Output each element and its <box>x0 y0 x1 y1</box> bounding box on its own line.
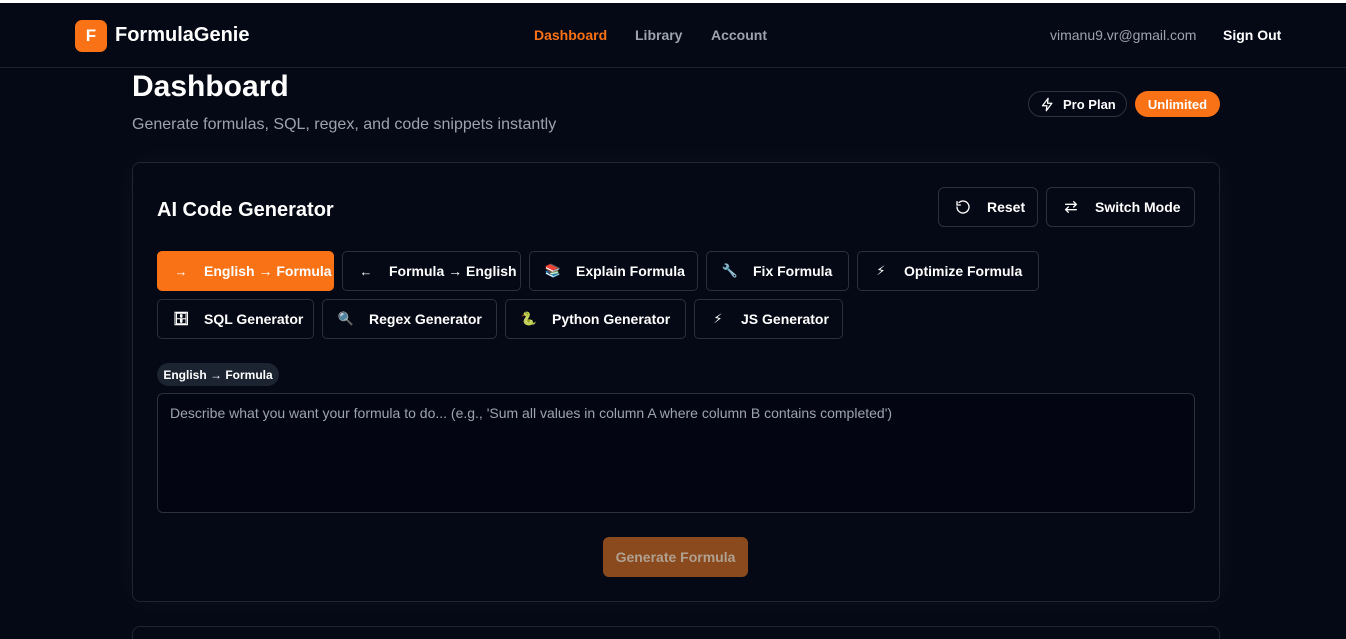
switch-mode-label: Switch Mode <box>1095 199 1181 215</box>
lightning-icon: ⚡ <box>876 263 886 278</box>
nav-library[interactable]: Library <box>635 27 682 43</box>
logo-icon[interactable]: F <box>75 20 107 52</box>
generator-card: AI Code Generator Reset Switch Mode → En… <box>132 162 1220 602</box>
reset-label: Reset <box>987 199 1026 215</box>
arrow-left-icon: ← <box>359 263 373 279</box>
lightning-icon <box>1041 97 1053 111</box>
page-subtitle: Generate formulas, SQL, regex, and code … <box>132 116 557 133</box>
current-mode-tag: English → Formula <box>157 363 279 386</box>
wrench-icon: 🔧 <box>721 263 739 278</box>
reset-icon <box>956 200 970 214</box>
mode-label: JS Generator <box>741 311 829 327</box>
arrow-right-icon: → <box>174 263 188 279</box>
nav-account[interactable]: Account <box>711 27 767 43</box>
sign-out-button[interactable]: Sign Out <box>1223 27 1281 43</box>
snake-icon: 🐍 <box>520 311 538 326</box>
swap-icon <box>1064 201 1078 213</box>
switch-mode-button[interactable]: Switch Mode <box>1046 187 1195 227</box>
mode-regex-generator[interactable]: 🔍 Regex Generator <box>322 299 497 339</box>
secondary-card <box>132 626 1220 639</box>
reset-button[interactable]: Reset <box>938 187 1038 227</box>
nav-dashboard[interactable]: Dashboard <box>534 27 607 43</box>
top-navbar: F FormulaGenie Dashboard Library Account… <box>0 3 1346 68</box>
prompt-input[interactable] <box>157 393 1195 513</box>
generate-formula-button[interactable]: Generate Formula <box>603 537 748 577</box>
mode-fix-formula[interactable]: 🔧 Fix Formula <box>706 251 849 291</box>
mode-english-to-formula[interactable]: → English → Formula <box>157 251 334 291</box>
books-icon: 📚 <box>544 263 562 278</box>
plan-label: Pro Plan <box>1063 96 1116 112</box>
lightning-icon: ⚡ <box>713 311 723 326</box>
mode-label: Python Generator <box>552 311 671 327</box>
plan-badge: Pro Plan <box>1028 91 1127 117</box>
mode-sql-generator[interactable]: 🗄 SQL Generator <box>157 299 314 339</box>
mode-explain-formula[interactable]: 📚 Explain Formula <box>529 251 698 291</box>
generator-title: AI Code Generator <box>157 199 334 221</box>
mode-optimize-formula[interactable]: ⚡ Optimize Formula <box>857 251 1039 291</box>
mode-label: Fix Formula <box>753 263 833 279</box>
database-icon: 🗄 <box>172 311 190 326</box>
mode-label: Regex Generator <box>369 311 482 327</box>
mode-python-generator[interactable]: 🐍 Python Generator <box>505 299 686 339</box>
user-email: vimanu9.vr@gmail.com <box>1050 27 1197 43</box>
unlimited-badge: Unlimited <box>1135 91 1220 117</box>
mode-label: English → Formula <box>204 263 332 279</box>
mode-label: SQL Generator <box>204 311 304 327</box>
mode-label: Explain Formula <box>576 263 685 279</box>
page-title: Dashboard <box>132 70 289 103</box>
mode-label: Optimize Formula <box>904 263 1023 279</box>
magnifier-icon: 🔍 <box>337 311 355 326</box>
mode-label: Formula → English <box>389 263 517 279</box>
mode-formula-to-english[interactable]: ← Formula → English <box>342 251 521 291</box>
mode-js-generator[interactable]: ⚡ JS Generator <box>694 299 843 339</box>
app-name[interactable]: FormulaGenie <box>115 24 249 47</box>
